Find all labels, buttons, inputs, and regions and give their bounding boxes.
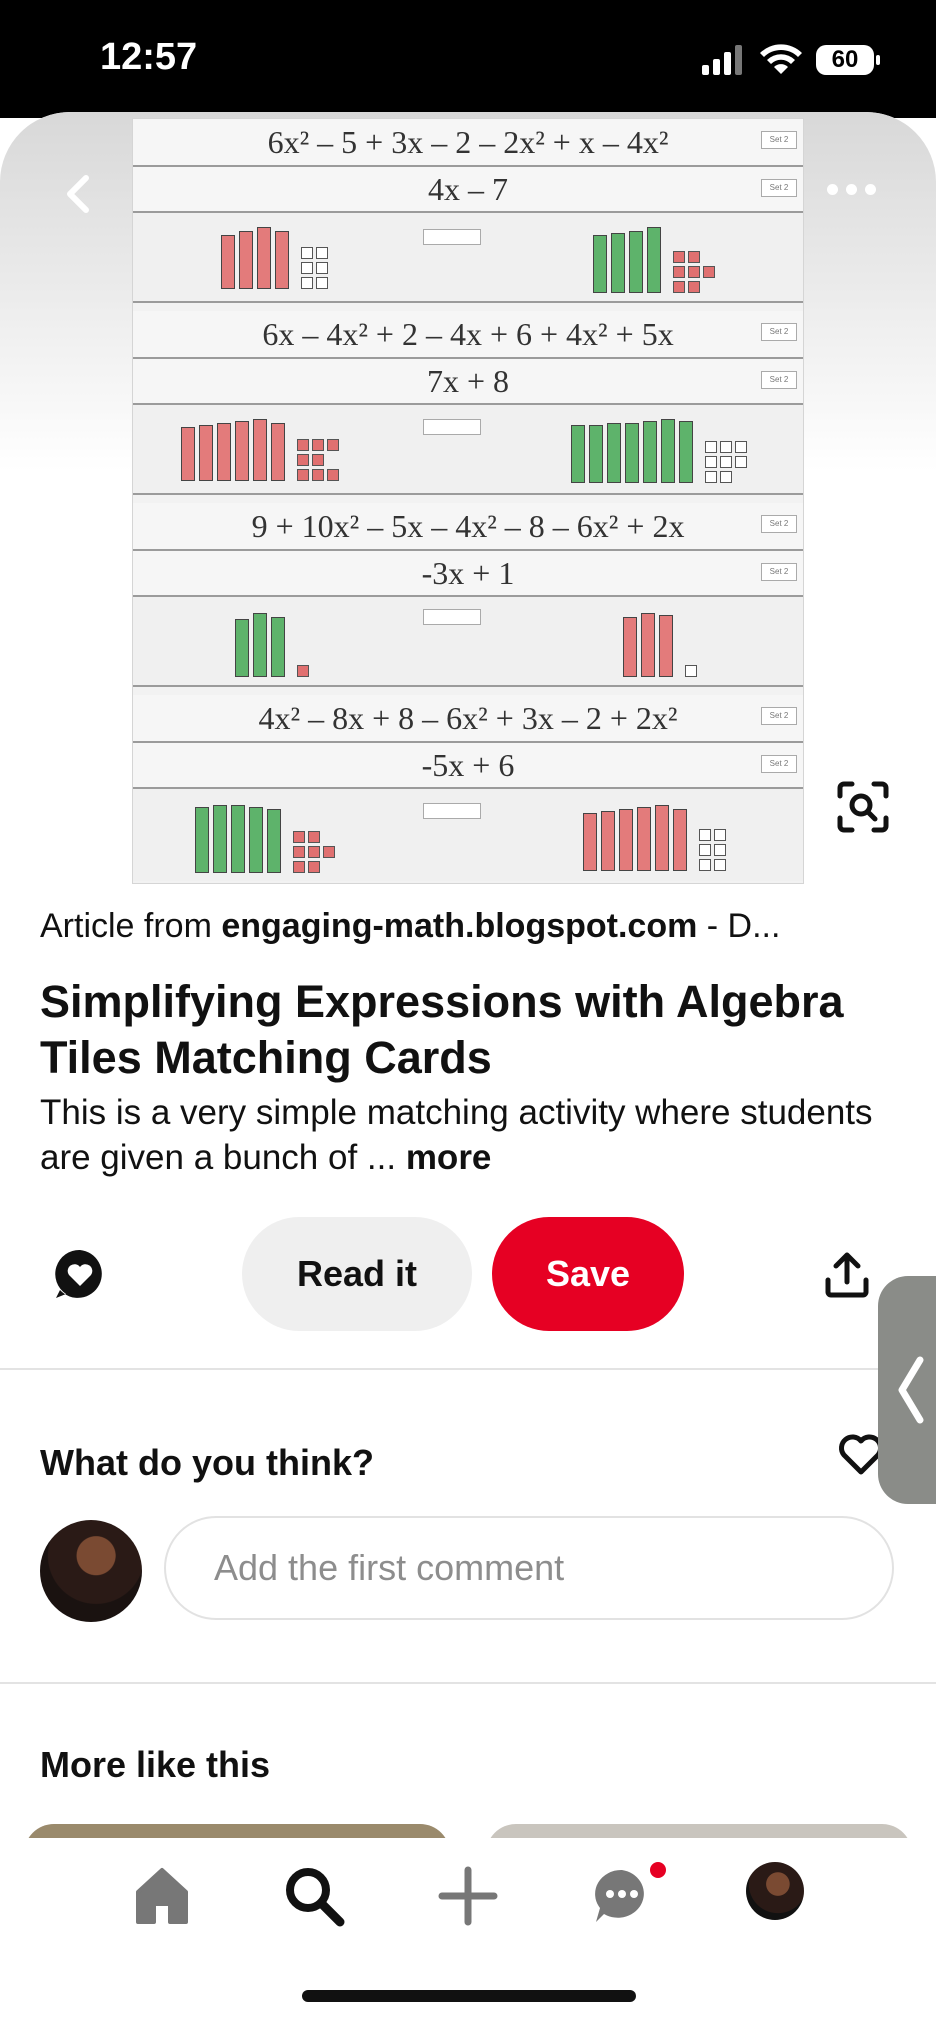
dot-icon xyxy=(827,184,838,195)
share-icon[interactable] xyxy=(824,1252,870,1298)
pin-image[interactable]: 6x² – 5 + 3x – 2 – 2x² + x – 4x² Set 2 4… xyxy=(132,118,804,884)
set-label: Set 2 xyxy=(761,563,797,581)
status-bar: 12:57 60 xyxy=(0,0,936,118)
read-it-button[interactable]: Read it xyxy=(242,1217,472,1331)
set-label: Set 2 xyxy=(761,131,797,149)
set-label: Set 2 xyxy=(761,755,797,773)
chevron-left-icon xyxy=(898,1356,924,1424)
comment-input[interactable]: Add the first comment xyxy=(164,1516,894,1620)
more-options-button[interactable] xyxy=(827,184,876,195)
tile-group xyxy=(181,419,339,481)
tile-group xyxy=(593,227,715,293)
set-label: Set 2 xyxy=(761,707,797,725)
tile-group xyxy=(583,805,741,871)
tile-group xyxy=(235,613,339,677)
more-like-this-heading: More like this xyxy=(40,1744,271,1785)
side-drawer-handle[interactable] xyxy=(878,1276,936,1504)
pin-image-simplified: 4x – 7 xyxy=(133,167,803,213)
profile-avatar[interactable] xyxy=(746,1862,804,1920)
tile-group xyxy=(221,227,343,289)
source-domain[interactable]: engaging-math.blogspot.com xyxy=(221,907,697,945)
pin-image-simplified: -3x + 1 xyxy=(133,551,803,597)
status-time: 12:57 xyxy=(100,36,198,78)
set-tag xyxy=(423,803,481,819)
status-icons: 60 xyxy=(702,44,880,76)
home-icon[interactable] xyxy=(130,1864,194,1928)
messages-icon[interactable] xyxy=(590,1864,654,1928)
pin-image-simplified: -5x + 6 xyxy=(133,743,803,789)
comments-heading: What do you think? xyxy=(40,1442,374,1483)
user-avatar[interactable] xyxy=(40,1520,142,1622)
pin-closeup: 6x² – 5 + 3x – 2 – 2x² + x – 4x² Set 2 4… xyxy=(0,112,936,2026)
divider xyxy=(0,1368,936,1370)
pin-image-expression: 9 + 10x² – 5x – 4x² – 8 – 6x² + 2x xyxy=(133,503,803,551)
dot-icon xyxy=(846,184,857,195)
battery-icon: 60 xyxy=(816,45,880,75)
wifi-icon xyxy=(760,44,802,74)
source-prefix: Article from xyxy=(40,907,222,945)
save-button[interactable]: Save xyxy=(492,1217,684,1331)
set-tag xyxy=(423,609,481,625)
tile-group xyxy=(195,805,335,873)
set-tag xyxy=(423,419,481,435)
tile-group xyxy=(571,419,747,483)
set-label: Set 2 xyxy=(761,371,797,389)
search-icon[interactable] xyxy=(282,1864,346,1928)
pin-image-expression: 6x² – 5 + 3x – 2 – 2x² + x – 4x² xyxy=(133,119,803,167)
set-tag xyxy=(423,229,481,245)
set-label: Set 2 xyxy=(761,179,797,197)
source-suffix: - D... xyxy=(697,907,781,945)
tile-group xyxy=(623,613,727,677)
pin-image-expression: 6x – 4x² + 2 – 4x + 6 + 4x² + 5x xyxy=(133,311,803,359)
set-label: Set 2 xyxy=(761,515,797,533)
pin-source[interactable]: Article from engaging-math.blogspot.com … xyxy=(40,907,780,946)
notification-dot xyxy=(650,1862,666,1878)
pin-title: Simplifying Expressions with Algebra Til… xyxy=(40,976,844,1083)
create-plus-icon[interactable] xyxy=(436,1864,500,1928)
dot-icon xyxy=(865,184,876,195)
pin-image-simplified: 7x + 8 xyxy=(133,359,803,405)
more-link[interactable]: more xyxy=(406,1138,492,1177)
back-chevron-icon[interactable] xyxy=(58,172,102,216)
visual-search-icon[interactable] xyxy=(836,780,890,834)
signal-icon xyxy=(702,45,742,75)
pin-description: This is a very simple matching activity … xyxy=(40,1090,900,1180)
react-heart-bubble-icon[interactable] xyxy=(52,1246,108,1302)
set-label: Set 2 xyxy=(761,323,797,341)
divider xyxy=(0,1682,936,1684)
home-indicator xyxy=(302,1990,636,2002)
pin-image-expression: 4x² – 8x + 8 – 6x² + 3x – 2 + 2x² xyxy=(133,695,803,743)
